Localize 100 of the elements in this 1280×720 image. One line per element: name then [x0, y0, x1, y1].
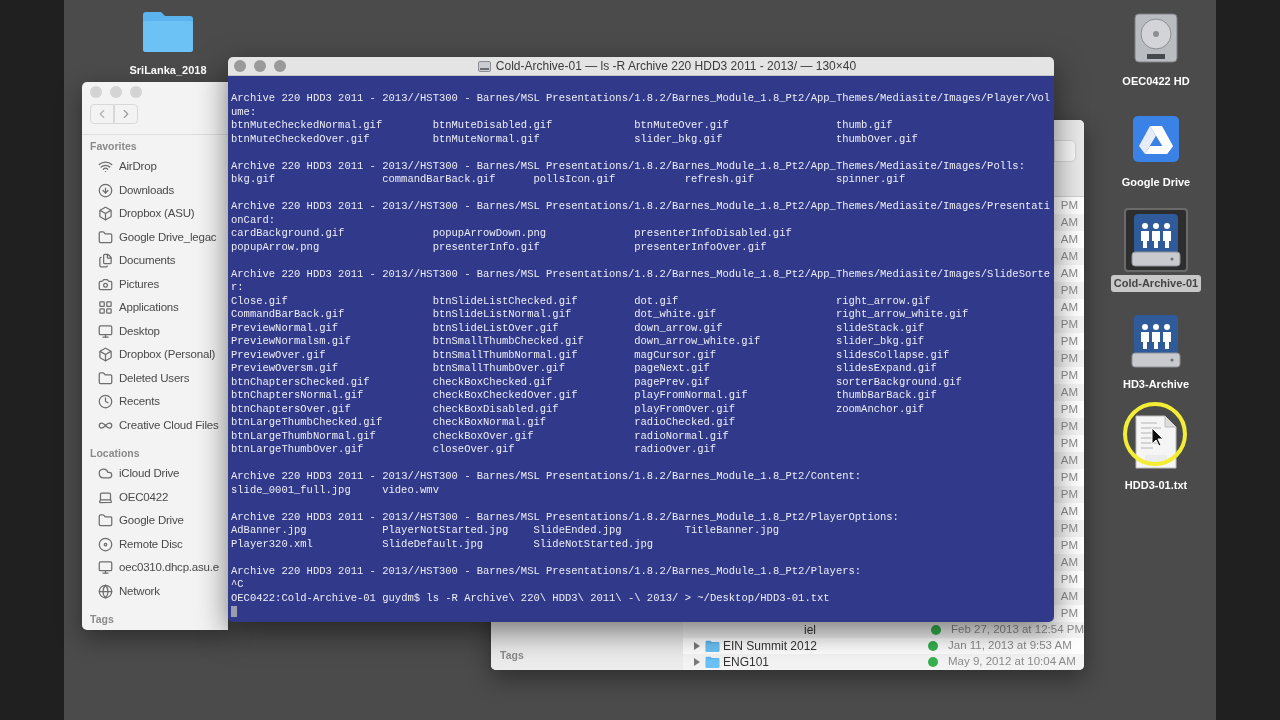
date-modified: PM — [1060, 197, 1078, 213]
sidebar-item[interactable]: Deleted Users — [82, 366, 228, 390]
file-name: PreviewNormal.gif — [231, 321, 340, 335]
file-name: radioOver.gif — [634, 443, 718, 457]
sidebar-item[interactable]: Remote Disc — [82, 532, 228, 556]
window-control-icon[interactable] — [110, 86, 122, 98]
cloud-icon — [98, 466, 113, 482]
file-name: dot.gif — [634, 294, 680, 308]
sidebar-item[interactable]: Downloads — [82, 178, 228, 202]
sidebar-item[interactable]: Creative Cloud Files — [82, 413, 228, 437]
date-modified: PM — [1060, 418, 1078, 434]
sidebar-item[interactable]: Network — [82, 579, 228, 603]
file-name: btnLargeThumbNormal.gif — [231, 429, 377, 443]
box-icon — [98, 347, 113, 363]
file-name: btnMuteDisabled.gif — [432, 119, 554, 133]
file-name: pagePrev.gif — [634, 375, 711, 389]
sidebar-item[interactable]: oec0310.dhcp.asu.e — [82, 556, 228, 580]
file-name: thumbOver.gif — [835, 132, 919, 146]
sidebar-item[interactable]: Documents — [82, 249, 228, 273]
icon-label[interactable]: Google Drive — [1118, 174, 1194, 191]
monitor-icon — [98, 323, 113, 339]
folder-icon — [98, 229, 113, 245]
file-name: closeOver.gif — [432, 443, 516, 457]
file-name: pageNext.gif — [634, 362, 711, 376]
file-name: btnSmallThumbChecked.gif — [432, 335, 585, 349]
icon-label[interactable]: Cold-Archive-01 — [1110, 275, 1202, 292]
date-modified: PM — [1060, 367, 1078, 383]
file-name: video.wmv — [382, 483, 440, 497]
folder-icon — [98, 370, 113, 386]
sidebar-item[interactable]: Desktop — [82, 319, 228, 343]
terminal-line: Archive 220 HDD3 2011 - 2013//HST300 - Barnes/MSL Presentations/1.8.2/Barnes_Module_1.8_Pt2/App_Themes/Mediasite/Images/SlideSorte — [231, 267, 1052, 281]
sidebar-item[interactable]: Dropbox (ASU) — [82, 202, 228, 226]
sidebar-item[interactable]: Pictures — [82, 272, 228, 296]
file-name: EIN Summit 2012 — [723, 638, 819, 655]
icon-label[interactable]: HDD3-01.txt — [1121, 477, 1191, 494]
date-modified: PM — [1060, 571, 1078, 587]
network-drive-icon[interactable] — [1131, 313, 1181, 369]
sidebar-item[interactable]: Dropbox (Personal) — [82, 343, 228, 367]
cursor-highlight — [1122, 401, 1188, 467]
window-control-icon[interactable] — [274, 60, 286, 72]
sidebar-item[interactable]: Recents — [82, 390, 228, 414]
network-drive-icon[interactable] — [1131, 212, 1181, 268]
terminal-line: Archive 220 HDD3 2011 - 2013//HST300 - Barnes/MSL Presentations/1.8.2/Barnes_Module_1.8_Pt2/App_Themes/Mediasite/Images/Presentati — [231, 200, 1052, 214]
date-modified: PM — [1060, 435, 1078, 451]
date-modified: PM — [1060, 282, 1078, 298]
window-control-icon[interactable] — [90, 86, 102, 98]
window-control-icon[interactable] — [254, 60, 266, 72]
icon-label[interactable]: SriLanka_2018 — [126, 62, 210, 79]
forward-button[interactable] — [114, 104, 138, 124]
sidebar-heading: Tags — [500, 648, 525, 664]
file-name: dot_white.gif — [634, 308, 718, 322]
file-name: TitleBanner.jpg — [684, 524, 781, 538]
file-name: btnSmallThumbNormal.gif — [432, 348, 579, 362]
sidebar-item[interactable]: Applications — [82, 296, 228, 320]
date-modified: AM — [1060, 384, 1078, 400]
sidebar-item[interactable]: OEC0422 — [82, 485, 228, 509]
sidebar-item[interactable]: Google Drive — [82, 509, 228, 533]
terminal-line: Archive 220 HDD3 2011 - 2013//HST300 - Barnes/MSL Presentations/1.8.2/Barnes_Module_1.8_Pt2/Players: — [231, 564, 863, 578]
hard-drive-icon[interactable] — [1133, 12, 1179, 64]
file-name: PreviewNormalsm.gif — [231, 335, 352, 349]
folder-icon[interactable] — [705, 640, 720, 652]
file-name: down_arrow.gif — [634, 321, 724, 335]
file-name: playFromNormal.gif — [634, 389, 749, 403]
icon-label[interactable]: OEC0422 HD — [1119, 73, 1193, 90]
file-name: PreviewOversm.gif — [231, 362, 340, 376]
file-row[interactable]: ENG101 May 9, 2012 at 10:04 AM — [683, 654, 1084, 670]
search-field[interactable] — [1054, 140, 1076, 162]
file-name: checkBoxCheckedOver.gif — [432, 389, 579, 403]
icon-label[interactable]: HD3-Archive — [1120, 376, 1192, 393]
file-name: right_arrow.gif — [835, 294, 932, 308]
window-control-icon[interactable] — [130, 86, 142, 98]
folder-icon[interactable] — [705, 656, 720, 668]
date-modified: AM — [1060, 503, 1078, 519]
back-button[interactable] — [90, 104, 114, 124]
sidebar-item[interactable]: Google Drive_legac — [82, 225, 228, 249]
file-row[interactable]: iel Feb 27, 2013 at 12:54 PM — [683, 622, 1084, 638]
file-name: radioNormal.gif — [634, 429, 730, 443]
file-name: PlayerNotStarted.jpg — [382, 524, 510, 538]
file-name: checkBoxChecked.gif — [432, 375, 554, 389]
box-icon — [98, 206, 113, 222]
window-control-icon[interactable] — [234, 60, 246, 72]
file-name: btnMuteNormal.gif — [432, 132, 541, 146]
folder-icon — [98, 513, 113, 529]
sidebar-item[interactable]: iCloud Drive — [82, 462, 228, 486]
laptop-icon — [98, 489, 113, 505]
sidebar-item[interactable]: AirDrop — [82, 155, 228, 179]
file-name: radioChecked.gif — [634, 416, 737, 430]
date-modified: Jan 11, 2013 at 9:53 AM — [948, 638, 1072, 654]
file-name: popupArrow.png — [231, 240, 321, 254]
file-name: commandBarBack.gif — [382, 173, 497, 187]
file-name: btnSlideListChecked.gif — [432, 294, 579, 308]
file-name: presenterInfoOver.gif — [634, 240, 768, 254]
drive-logo-icon[interactable] — [1133, 116, 1179, 162]
file-name: btnSlideListNormal.gif — [432, 308, 573, 322]
date-modified: AM — [1060, 214, 1078, 230]
file-name: slider_bkg.gif — [835, 335, 926, 349]
terminal-line: OEC0422:Cold-Archive-01 guydm$ ls -R Archive\ 220\ HDD3\ 2011\ -\ 2013/ > ~/Desktop/HDD3-01.txt — [231, 591, 831, 605]
file-name: AdBanner.jpg — [231, 524, 308, 538]
file-name: playFromOver.gif — [634, 402, 737, 416]
file-name: sorterBackground.gif — [835, 375, 963, 389]
